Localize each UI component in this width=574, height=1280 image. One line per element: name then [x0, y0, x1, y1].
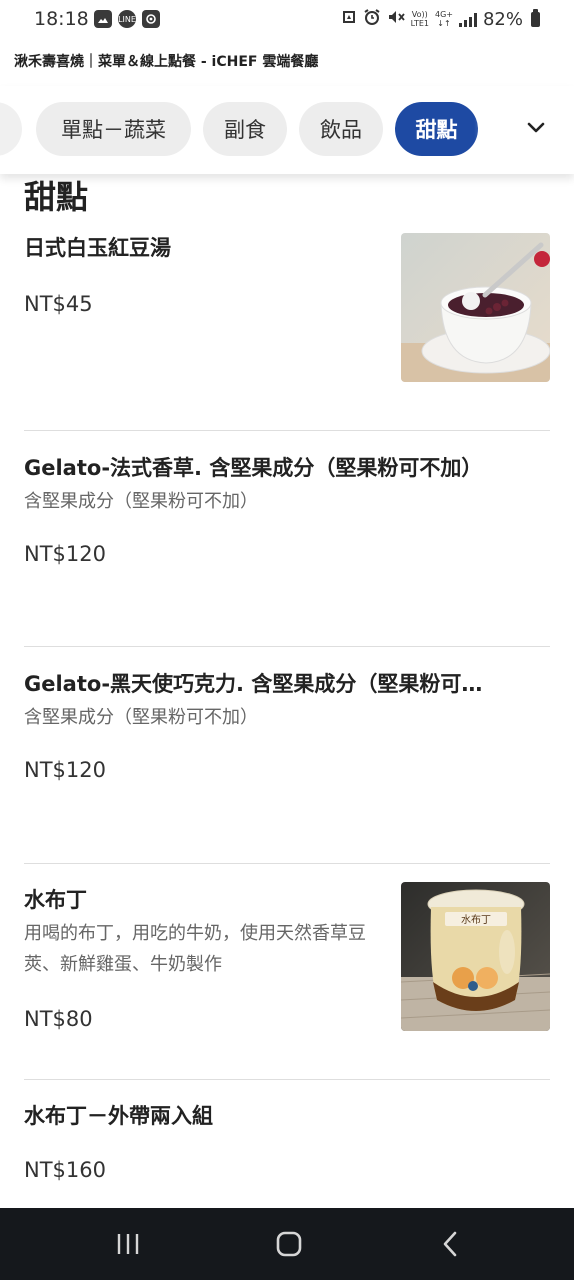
section-heading: 甜點: [24, 178, 89, 216]
volte-indicator: Vo)) LTE1: [411, 10, 429, 28]
tab-scroll-fade: [474, 86, 514, 174]
item-divider: [24, 646, 550, 647]
battery-icon: [531, 8, 540, 27]
signal-icon: [458, 12, 477, 27]
item-price: NT$160: [24, 1158, 106, 1182]
mute-icon: [387, 8, 405, 30]
system-nav-bar: [0, 1208, 574, 1280]
status-bar: 18:18 LINE Vo)) LTE1 4G+ ↓↑ 82%: [0, 0, 574, 40]
notification-icons: LINE: [94, 10, 160, 28]
pudding-label-text: 水布丁: [461, 914, 491, 926]
item-divider: [24, 430, 550, 431]
network-label: 4G+: [434, 10, 453, 19]
volte-top-label: Vo)): [411, 10, 428, 19]
item-price: NT$45: [24, 292, 93, 316]
home-icon[interactable]: [271, 1226, 307, 1262]
tab-drinks[interactable]: 飲品: [299, 102, 383, 156]
item-divider: [24, 863, 550, 864]
volte-bottom-label: LTE1: [410, 19, 429, 28]
gallery-icon: [94, 10, 112, 28]
menu-item[interactable]: Gelato-法式香草. 含堅果成分（堅果粉可不加） 含堅果成分（堅果粉可不加）…: [24, 452, 550, 632]
item-name: 水布丁: [24, 888, 87, 912]
tab-desserts[interactable]: 甜點: [395, 102, 478, 156]
item-name: Gelato-法式香草. 含堅果成分（堅果粉可不加）: [24, 456, 483, 480]
red-bean-soup-photo[interactable]: [401, 233, 550, 382]
back-icon[interactable]: [432, 1226, 468, 1262]
network-indicator: 4G+ ↓↑: [434, 10, 453, 28]
category-tab-bar: 單點－蔬菜 副食 飲品 甜點: [0, 86, 574, 174]
tab-side-dishes[interactable]: 副食: [203, 102, 287, 156]
system-icons: Vo)) LTE1 4G+ ↓↑ 82%: [341, 8, 540, 30]
status-time: 18:18: [34, 8, 89, 30]
recent-apps-icon[interactable]: [110, 1226, 146, 1262]
media-icon: [142, 10, 160, 28]
item-name: 日式白玉紅豆湯: [24, 236, 171, 260]
battery-percent: 82%: [482, 8, 523, 30]
item-name: Gelato-黑天使巧克力. 含堅果成分（堅果粉可…: [24, 672, 483, 696]
line-app-icon: LINE: [118, 10, 136, 28]
item-price: NT$80: [24, 1007, 93, 1031]
menu-item[interactable]: 水布丁－外帶兩入組 NT$160: [24, 1100, 550, 1200]
page-title: 湫禾壽喜燒｜菜單＆線上點餐 - iCHEF 雲端餐廳: [14, 54, 319, 70]
item-name: 水布丁－外帶兩入組: [24, 1104, 213, 1128]
menu-item[interactable]: Gelato-黑天使巧克力. 含堅果成分（堅果粉可… 含堅果成分（堅果粉可不加）…: [24, 668, 550, 848]
alarm-icon: [363, 8, 381, 30]
tab-vegetables[interactable]: 單點－蔬菜: [36, 102, 191, 156]
item-price: NT$120: [24, 542, 106, 566]
pudding-jar-photo[interactable]: 水布丁: [401, 882, 550, 1031]
item-description: 含堅果成分（堅果粉可不加）: [24, 491, 258, 512]
chevron-down-icon[interactable]: [522, 114, 550, 142]
item-divider: [24, 1079, 550, 1080]
tab-previous-partial[interactable]: [0, 102, 22, 156]
item-description: 含堅果成分（堅果粉可不加）: [24, 707, 258, 728]
item-description: 用喝的布丁，用吃的牛奶，使用天然香草豆莢、新鮮雞蛋、牛奶製作: [24, 923, 366, 975]
item-price: NT$120: [24, 758, 106, 782]
recycle-icon: [341, 9, 357, 29]
